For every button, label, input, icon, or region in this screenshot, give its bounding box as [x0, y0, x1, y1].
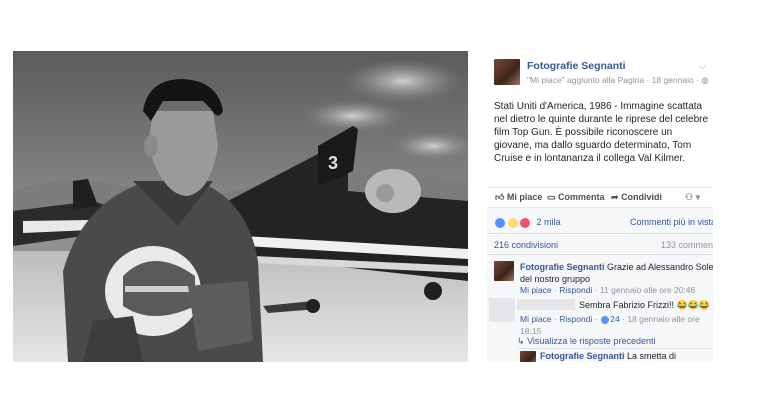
comment-meta: Mi piace · Rispondi · 24 · 18 gennaio al… — [520, 314, 700, 336]
post-meta-text: "Mi piace" aggiunto alla Pagina · 18 gen… — [527, 75, 702, 85]
comment-like-link[interactable]: Mi piace — [520, 285, 552, 295]
reactions-summary[interactable]: 2 mila — [494, 217, 561, 229]
like-reaction-icon — [494, 217, 506, 229]
comments-filter-label: Commenti più in vista — [630, 217, 713, 227]
comment-reply-link[interactable]: Rispondi — [559, 285, 592, 295]
comment-time-continued: 18:15 — [520, 326, 542, 336]
page-name-link[interactable]: Fotografie Segnanti — [527, 60, 626, 72]
share-arrow-icon: ➦ — [611, 192, 619, 202]
like-reaction-icon — [599, 314, 610, 325]
like-button-label: Mi piace — [506, 192, 543, 202]
audience-selector[interactable]: ⚇ ▾ — [685, 192, 700, 203]
view-replies-label: Visualizza le risposte precedenti — [527, 336, 656, 346]
comment-text: Sembra Fabrizio Frizzi!! 😂😂😂 — [579, 300, 711, 310]
like-button[interactable]: 👍︎ Mi piace — [495, 192, 542, 203]
post-actions: 👍︎ Mi piace ▭ Commenta ➦ Condividi ⚇ ▾ — [487, 189, 713, 207]
person-icon: ⚇ — [685, 192, 694, 202]
comment-time[interactable]: 11 gennaio alle ore 20:46 — [600, 285, 695, 295]
reply-avatar[interactable] — [520, 351, 536, 362]
comment-text-continued: del nostro gruppo — [520, 274, 591, 284]
divider — [487, 233, 713, 234]
comment-text: Grazie ad Alessandro Sole, — [607, 262, 713, 272]
reply: Fotografie Segnanti La smetta di — [540, 351, 676, 361]
post-text: Stati Uniti d'America, 1986 - Immagine s… — [494, 101, 709, 164]
post-photo[interactable]: 3 — [13, 51, 468, 362]
comment-reply-link[interactable]: Rispondi — [559, 314, 592, 324]
comments-count[interactable]: 133 commenti — [661, 240, 713, 250]
svg-text:3: 3 — [328, 153, 338, 173]
love-reaction-icon — [519, 217, 532, 229]
chevron-down-icon[interactable]: ⌵ — [699, 61, 706, 72]
reactions-count[interactable]: 2 mila — [537, 217, 561, 227]
comment-time[interactable]: 18 gennaio alle ore — [627, 314, 699, 324]
comment-meta: Mi piace · Rispondi · 11 gennaio alle or… — [520, 285, 696, 295]
reply-text: La smetta di — [627, 351, 677, 361]
photo-image: 3 — [13, 51, 468, 362]
share-button[interactable]: ➦ Condividi — [611, 192, 662, 203]
blurred-author-name — [517, 299, 575, 310]
speech-bubble-icon: ▭ — [547, 192, 556, 202]
page-avatar[interactable] — [494, 59, 520, 85]
shares-count[interactable]: 216 condivisioni — [494, 240, 558, 250]
comment-avatar[interactable] — [494, 261, 514, 281]
globe-icon: ◍ — [701, 75, 709, 85]
share-button-label: Condividi — [621, 192, 663, 202]
comment-button-label: Commenta — [558, 192, 605, 202]
reply-arrow-icon: ↳ — [517, 336, 525, 346]
chevron-down-icon: ▾ — [695, 192, 701, 202]
post-header: Fotografie Segnanti "Mi piace" aggiunto … — [494, 59, 712, 89]
comment: Fotografie Segnanti Grazie ad Alessandro… — [520, 261, 713, 285]
thumbs-up-icon: 👍︎ — [495, 192, 505, 202]
post-meta: "Mi piace" aggiunto alla Pagina · 18 gen… — [527, 75, 709, 86]
view-previous-replies[interactable]: ↳ Visualizza le risposte precedenti — [517, 336, 655, 347]
divider — [518, 348, 713, 349]
comment-author[interactable]: Fotografie Segnanti — [520, 262, 605, 272]
comment-likes-count[interactable]: 24 — [610, 314, 619, 324]
facebook-post-panel: Fotografie Segnanti "Mi piace" aggiunto … — [487, 51, 713, 362]
divider — [487, 254, 713, 255]
comment-button[interactable]: ▭ Commenta — [547, 192, 605, 203]
comments-filter[interactable]: Commenti più in vista ▾ — [630, 217, 713, 228]
blurred-avatar — [489, 298, 515, 322]
divider — [487, 207, 713, 208]
reply-author[interactable]: Fotografie Segnanti — [540, 351, 625, 361]
haha-reaction-icon — [506, 217, 519, 229]
comment-like-link[interactable]: Mi piace — [520, 314, 552, 324]
divider — [487, 187, 713, 188]
